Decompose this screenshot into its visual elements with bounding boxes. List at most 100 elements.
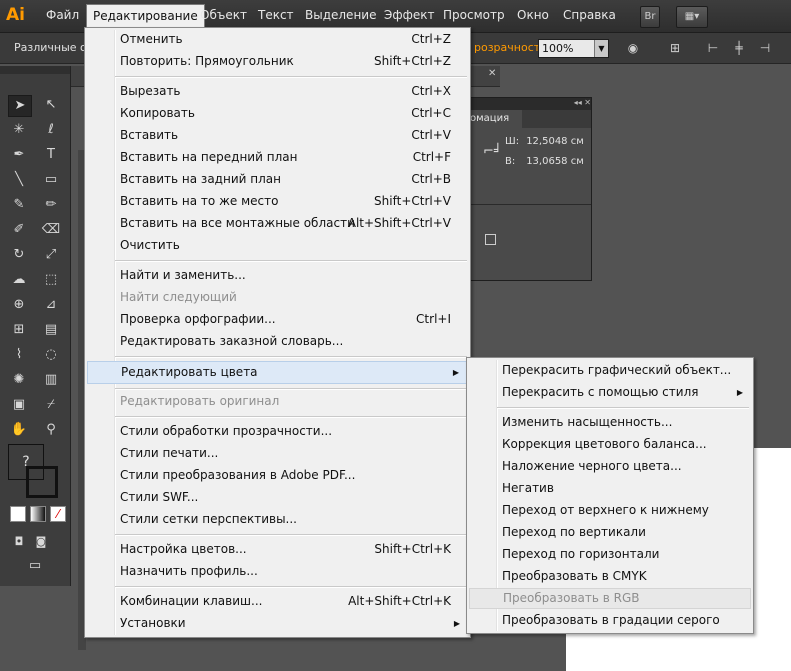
menu-item-color-settings[interactable]: Настройка цветов... Shift+Ctrl+K <box>87 539 468 560</box>
line-tool-icon[interactable]: ╲ <box>8 170 30 190</box>
pen-tool-icon[interactable]: ✒ <box>8 145 30 165</box>
draw-behind-icon[interactable]: ◙ <box>30 532 52 552</box>
menu-item-edit-dictionary[interactable]: Редактировать заказной словарь... <box>87 331 468 352</box>
panel-collapse-icon[interactable]: ◂◂ ✕ <box>467 98 591 110</box>
slice-tool-icon[interactable]: ⌿ <box>40 395 62 415</box>
menu-item-find-replace[interactable]: Найти и заменить... <box>87 265 468 286</box>
menu-edit[interactable]: Редактирование <box>86 4 205 29</box>
align-center-icon[interactable]: ╪ <box>732 41 746 55</box>
column-graph-tool-icon[interactable]: ▥ <box>40 370 62 390</box>
menu-view[interactable]: Просмотр <box>437 5 511 26</box>
menu-item-blend-vertically[interactable]: Переход по вертикали <box>469 522 751 543</box>
menu-file[interactable]: Файл <box>40 5 85 26</box>
recolor-icon[interactable]: ◉ <box>626 41 640 55</box>
mesh-tool-icon[interactable]: ⊞ <box>8 320 30 340</box>
color-mode-icon[interactable] <box>10 506 26 522</box>
menu-type[interactable]: Текст <box>252 5 300 26</box>
menu-item-assign-profile[interactable]: Назначить профиль... <box>87 561 468 582</box>
none-mode-icon[interactable]: ⁄ <box>50 506 66 522</box>
menu-item-convert-to-grayscale[interactable]: Преобразовать в градации серого <box>469 610 751 631</box>
hand-tool-icon[interactable]: ✋ <box>8 420 30 440</box>
menu-item-cut[interactable]: Вырезать Ctrl+X <box>87 81 468 102</box>
menu-item-preferences[interactable]: Установки ▶ <box>87 613 468 634</box>
menu-item-pdf-presets[interactable]: Стили преобразования в Adobe PDF... <box>87 465 468 486</box>
symbol-sprayer-tool-icon[interactable]: ✺ <box>8 370 30 390</box>
menu-item-overprint-black[interactable]: Наложение черного цвета... <box>469 456 751 477</box>
blob-brush-tool-icon[interactable]: ✐ <box>8 220 30 240</box>
gradient-tool-icon[interactable]: ▤ <box>40 320 62 340</box>
menu-item-adjust-color-balance[interactable]: Коррекция цветового баланса... <box>469 434 751 455</box>
menu-item-spell-check[interactable]: Проверка орфографии... Ctrl+I <box>87 309 468 330</box>
menu-item-clear[interactable]: Очистить <box>87 235 468 256</box>
menu-item-recolor-artwork[interactable]: Перекрасить графический объект... <box>469 360 751 381</box>
menu-item-label: Коррекция цветового баланса... <box>502 437 707 451</box>
gradient-mode-icon[interactable] <box>30 506 46 522</box>
workspace-arrange-button[interactable]: ▦▾ <box>676 6 708 28</box>
menu-item-paste-in-back[interactable]: Вставить на задний план Ctrl+B <box>87 169 468 190</box>
menu-item-label: Стили обработки прозрачности... <box>120 424 333 438</box>
menu-window[interactable]: Окно <box>511 5 555 26</box>
menu-item-transparency-presets[interactable]: Стили обработки прозрачности... <box>87 421 468 442</box>
magic-wand-tool-icon[interactable]: ✳ <box>8 120 30 140</box>
screen-mode-icon[interactable]: ▭ <box>24 556 46 576</box>
align-left-icon[interactable]: ⊢ <box>706 41 720 55</box>
menu-item-paste-all-artboards[interactable]: Вставить на все монтажные области Alt+Shi… <box>87 213 468 234</box>
menu-item-paste[interactable]: Вставить Ctrl+V <box>87 125 468 146</box>
lasso-tool-icon[interactable]: ℓ <box>40 120 62 140</box>
bridge-button[interactable]: Br <box>640 6 660 28</box>
menu-item-paste-in-place[interactable]: Вставить на то же место Shift+Ctrl+V <box>87 191 468 212</box>
menu-select[interactable]: Выделение <box>299 5 382 26</box>
chevron-down-icon[interactable]: ▼ <box>594 40 608 57</box>
align-right-icon[interactable]: ⊣ <box>758 41 772 55</box>
menu-item-keyboard-shortcuts[interactable]: Комбинации клавиш... Alt+Shift+Ctrl+K <box>87 591 468 612</box>
warp-tool-icon[interactable]: ☁ <box>8 270 30 290</box>
tab-info[interactable]: омация <box>467 110 522 128</box>
opacity-input[interactable]: 100% ▼ <box>538 39 609 58</box>
stroke-box[interactable] <box>26 466 58 498</box>
menu-item-blend-front-to-back[interactable]: Переход от верхнего к нижнему <box>469 500 751 521</box>
menu-item-label: Вставить на задний план <box>120 172 281 186</box>
menu-item-label: Копировать <box>120 106 195 120</box>
pencil-tool-icon[interactable]: ✏ <box>40 195 62 215</box>
menu-item-invert-colors[interactable]: Негатив <box>469 478 751 499</box>
menu-effect[interactable]: Эффект <box>378 5 441 26</box>
align-to-icon[interactable]: ⊞ <box>668 41 682 55</box>
shape-builder-tool-icon[interactable]: ⊕ <box>8 295 30 315</box>
menu-item-paste-in-front[interactable]: Вставить на передний план Ctrl+F <box>87 147 468 168</box>
eraser-tool-icon[interactable]: ⌫ <box>40 220 62 240</box>
artboard-tool-icon[interactable]: ▣ <box>8 395 30 415</box>
rotate-tool-icon[interactable]: ↻ <box>8 245 30 265</box>
menu-item-redo[interactable]: Повторить: Прямоугольник Shift+Ctrl+Z <box>87 51 468 72</box>
menu-object[interactable]: Объект <box>194 5 253 26</box>
menu-item-shortcut: Ctrl+X <box>411 84 451 98</box>
type-tool-icon[interactable]: T <box>40 145 62 165</box>
menu-item-print-presets[interactable]: Стили печати... <box>87 443 468 464</box>
menu-item-convert-to-cmyk[interactable]: Преобразовать в CMYK <box>469 566 751 587</box>
scale-tool-icon[interactable]: ⤢ <box>40 245 62 265</box>
menu-item-swf-presets[interactable]: Стили SWF... <box>87 487 468 508</box>
direct-selection-tool-icon[interactable]: ↖ <box>40 95 62 115</box>
free-transform-tool-icon[interactable]: ⬚ <box>40 270 62 290</box>
paintbrush-tool-icon[interactable]: ✎ <box>8 195 30 215</box>
menu-item-copy[interactable]: Копировать Ctrl+C <box>87 103 468 124</box>
menu-help[interactable]: Справка <box>557 5 622 26</box>
perspective-grid-tool-icon[interactable]: ⊿ <box>40 295 62 315</box>
close-icon[interactable]: ✕ <box>488 68 496 79</box>
menu-item-blend-horizontally[interactable]: Переход по горизонтали <box>469 544 751 565</box>
toolbox-header[interactable] <box>0 66 70 74</box>
menu-item-label: Вставить на то же место <box>120 194 279 208</box>
menu-item-undo[interactable]: Отменить Ctrl+Z <box>87 29 468 50</box>
blend-tool-icon[interactable]: ◌ <box>40 345 62 365</box>
menu-item-saturate[interactable]: Изменить насыщенность... <box>469 412 751 433</box>
rectangle-tool-icon[interactable]: ▭ <box>40 170 62 190</box>
eyedropper-tool-icon[interactable]: ⌇ <box>8 345 30 365</box>
menu-separator <box>115 534 467 536</box>
menu-item-label: Настройка цветов... <box>120 542 247 556</box>
menu-item-perspective-presets[interactable]: Стили сетки перспективы... <box>87 509 468 530</box>
selection-tool-icon[interactable]: ➤ <box>8 95 32 117</box>
menu-item-label: Редактировать заказной словарь... <box>120 334 344 348</box>
menu-item-recolor-with-preset[interactable]: Перекрасить с помощью стиля ▶ <box>469 382 751 403</box>
draw-normal-icon[interactable]: ◘ <box>8 532 30 552</box>
menu-item-edit-colors[interactable]: Редактировать цвета ▶ <box>87 361 468 384</box>
zoom-tool-icon[interactable]: ⚲ <box>40 420 62 440</box>
